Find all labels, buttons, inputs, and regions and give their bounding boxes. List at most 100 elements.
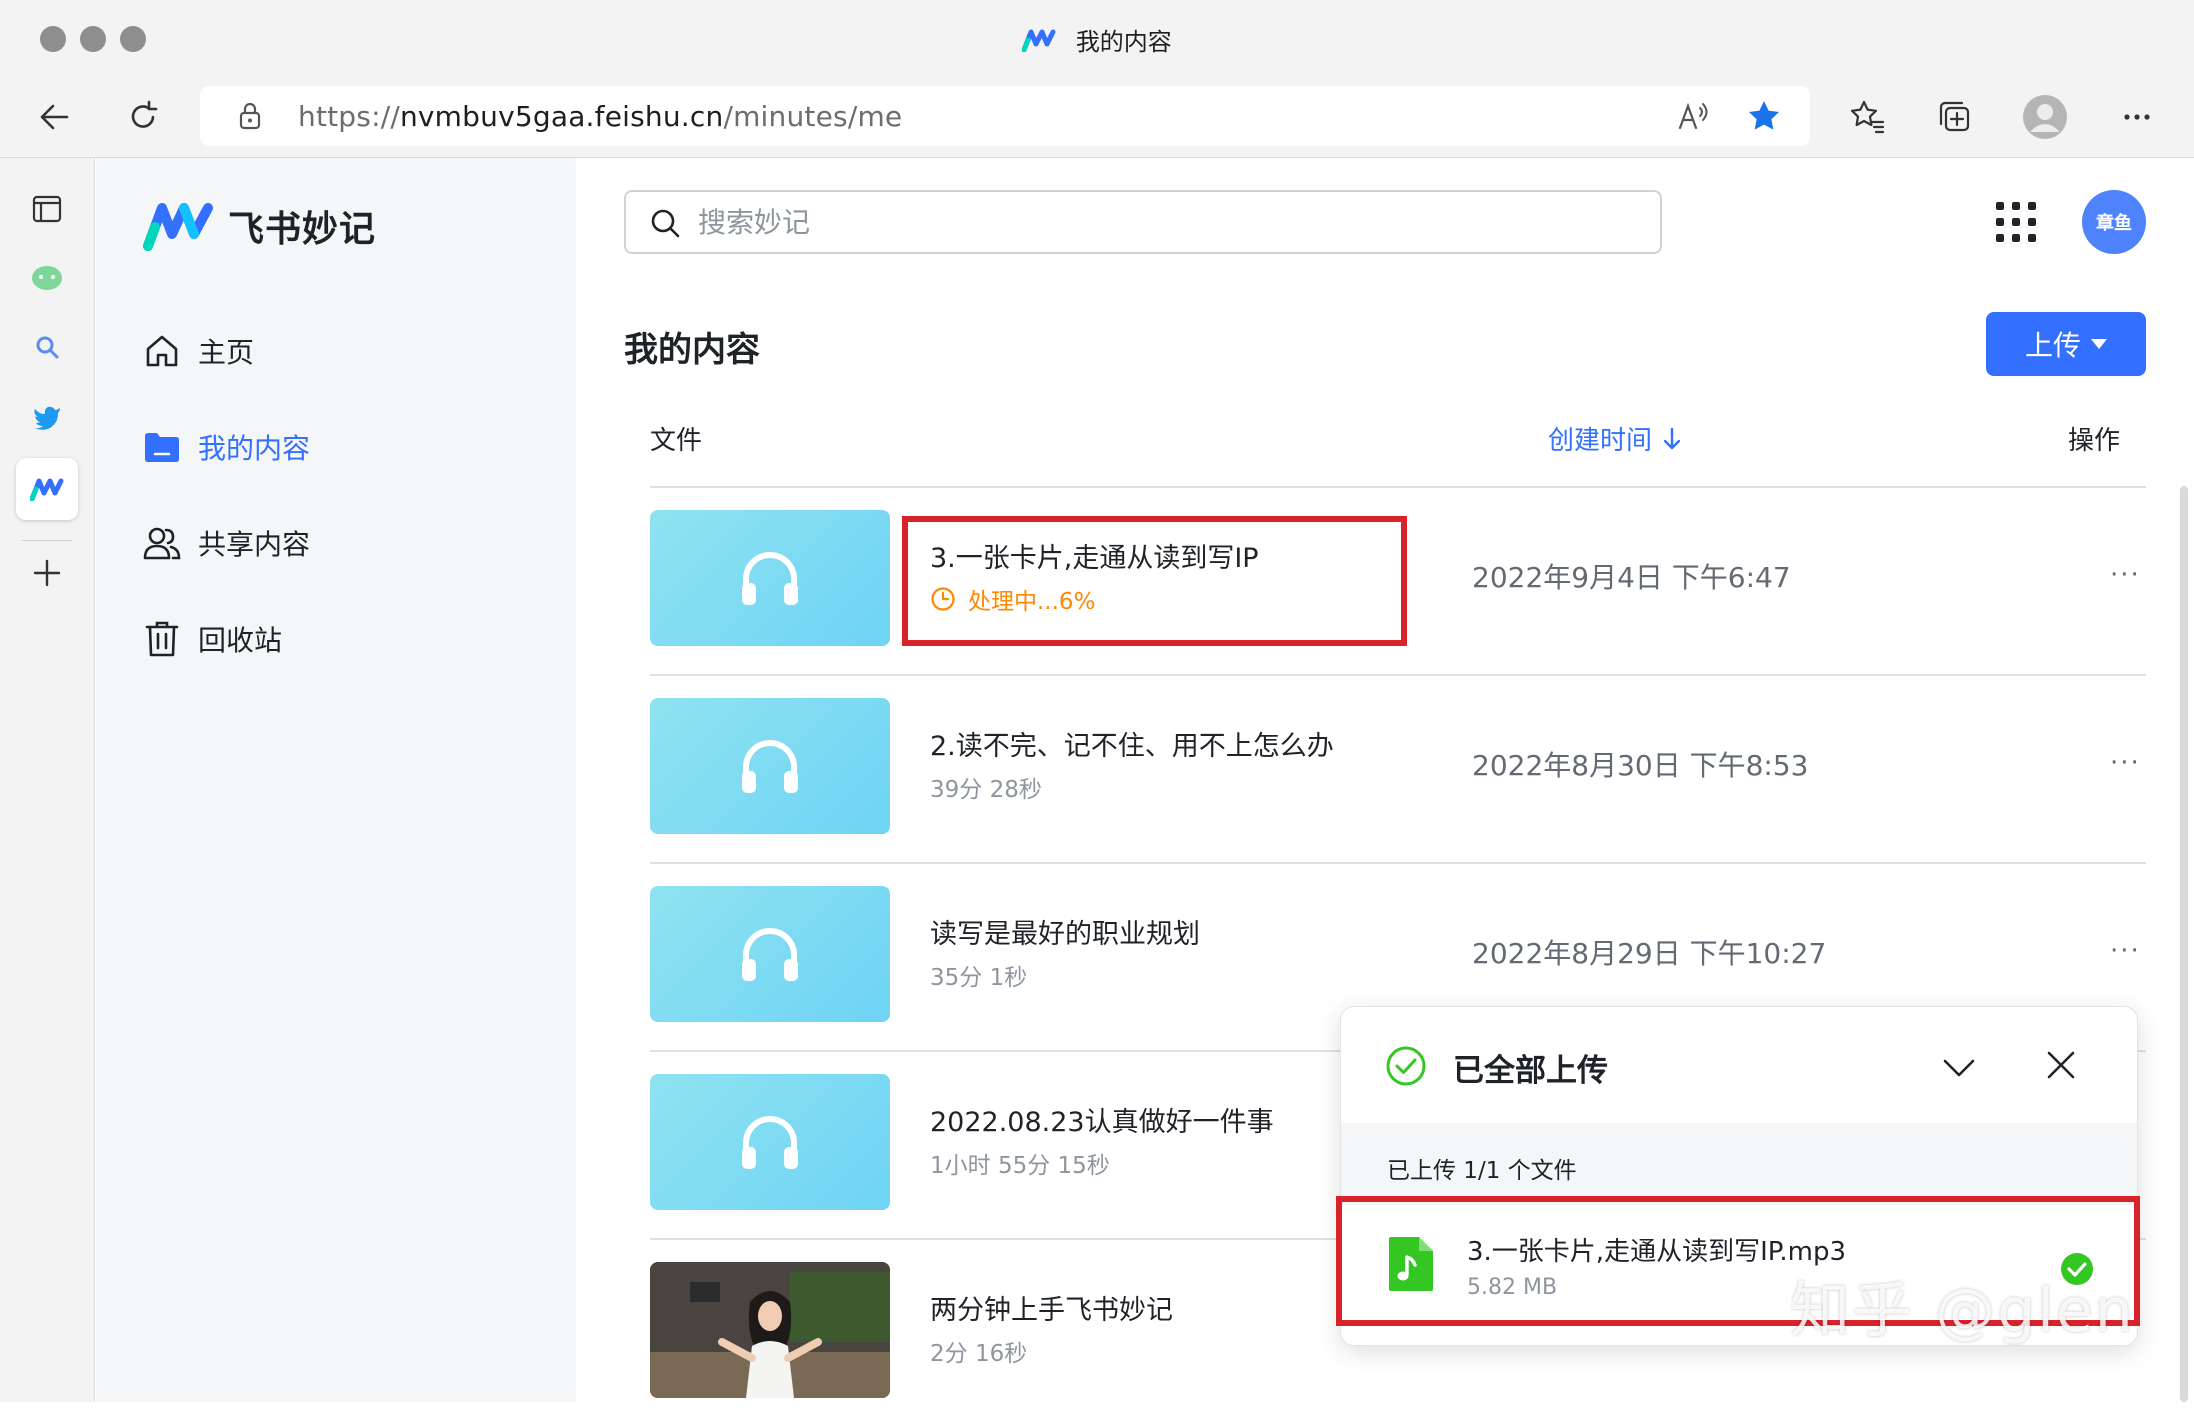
- twitter-bird-icon: [34, 406, 60, 430]
- brand-name: 飞书妙记: [228, 209, 377, 250]
- row-more-button[interactable]: ···: [2110, 560, 2141, 590]
- highlight-annotation-box: [902, 516, 1407, 646]
- column-header-file: 文件: [650, 426, 703, 456]
- upload-count-text: 已上传 1/1 个文件: [1387, 1158, 1577, 1184]
- favorites-list-icon: [1850, 100, 1885, 134]
- wechat-icon: [32, 266, 62, 290]
- app-sidebar: 飞书妙记 主页 我的内容 共享内容 回收站: [96, 158, 576, 1402]
- more-horizontal-icon: [2124, 114, 2150, 120]
- row-title[interactable]: 读写是最好的职业规划: [930, 912, 1200, 951]
- sidebar-divider: [22, 540, 72, 541]
- feishu-minutes-logo-icon: [1022, 29, 1056, 52]
- row-more-button[interactable]: ···: [2110, 936, 2141, 966]
- more-menu-button[interactable]: [2114, 94, 2160, 140]
- watermark-text: 知乎 @glen: [1790, 1276, 2135, 1346]
- sidebar-item-shared[interactable]: 共享内容: [142, 518, 310, 568]
- sidebar-app-wechat[interactable]: [16, 248, 78, 310]
- browser-sidebar: [0, 158, 95, 1402]
- upload-popup-title: 已全部上传: [1453, 1053, 1608, 1089]
- sidebar-item-trash[interactable]: 回收站: [142, 614, 282, 664]
- sidebar-item-my-content[interactable]: 我的内容: [142, 422, 310, 472]
- search-input[interactable]: [698, 200, 1598, 244]
- row-duration: 1小时 55分 15秒: [930, 1153, 1110, 1179]
- arrow-down-icon: [1663, 427, 1681, 449]
- upload-button[interactable]: 上传: [1986, 312, 2146, 376]
- reload-button[interactable]: [120, 94, 166, 140]
- collections-button[interactable]: [1932, 94, 1978, 140]
- folder-icon: [142, 427, 182, 467]
- audio-thumbnail[interactable]: [650, 510, 890, 646]
- presenter-video-thumbnail-icon: [650, 1262, 890, 1398]
- row-title[interactable]: 两分钟上手飞书妙记: [930, 1288, 1173, 1327]
- sidebar-app-feishu-minutes[interactable]: [16, 458, 78, 520]
- page-title: 我的内容: [624, 330, 760, 370]
- refresh-icon: [131, 100, 158, 128]
- row-title[interactable]: 2022.08.23认真做好一件事: [930, 1100, 1274, 1139]
- sidebar-app-twitter[interactable]: [16, 386, 78, 448]
- star-filled-icon[interactable]: [1746, 98, 1782, 134]
- search-box[interactable]: [624, 190, 1662, 254]
- read-aloud-icon[interactable]: [1676, 98, 1712, 134]
- sidebar-item-label: 共享内容: [198, 528, 311, 561]
- plus-icon: [33, 559, 61, 587]
- feishu-minutes-logo-icon: [143, 203, 213, 251]
- favorites-button[interactable]: [1844, 94, 1890, 140]
- row-created-date: 2022年9月4日 下午6:47: [1472, 561, 1791, 594]
- url-path: /minutes/me: [723, 100, 903, 133]
- tab-title-text: 我的内容: [1075, 28, 1172, 56]
- sidebar-item-label: 我的内容: [198, 432, 311, 465]
- row-title[interactable]: 2.读不完、记不住、用不上怎么办: [930, 724, 1334, 763]
- check-circle-icon: [1386, 1046, 1426, 1086]
- headphones-icon: [742, 740, 798, 793]
- address-bar[interactable]: https://nvmbuv5gaa.feishu.cn/minutes/me: [200, 86, 1810, 146]
- table-row[interactable]: 2.读不完、记不住、用不上怎么办 39分 28秒 2022年8月30日 下午8:…: [650, 676, 2146, 864]
- row-created-date: 2022年8月29日 下午10:27: [1472, 937, 1827, 970]
- sidebar-item-home[interactable]: 主页: [142, 326, 254, 376]
- row-created-date: 2022年8月30日 下午8:53: [1472, 749, 1809, 782]
- tab-title[interactable]: 我的内容: [0, 22, 2194, 57]
- column-header-created-label: 创建时间: [1548, 426, 1653, 456]
- back-button[interactable]: [32, 94, 78, 140]
- arrow-left-icon: [40, 104, 69, 130]
- sidebar-app-search[interactable]: [16, 316, 78, 378]
- url-host: nvmbuv5gaa.feishu.cn: [399, 100, 724, 133]
- upload-button-label: 上传: [2024, 329, 2081, 362]
- profile-avatar-icon: [2023, 95, 2067, 139]
- sidebar-item-label: 回收站: [198, 624, 283, 657]
- sidebar-add-button[interactable]: [16, 542, 78, 604]
- sidebar-panel-toggle[interactable]: [16, 178, 78, 240]
- search-icon: [651, 209, 680, 238]
- audio-thumbnail[interactable]: [650, 698, 890, 834]
- browser-toolbar: https://nvmbuv5gaa.feishu.cn/minutes/me: [0, 76, 2194, 158]
- page-scrollbar[interactable]: [2180, 486, 2188, 1402]
- row-duration: 35分 1秒: [930, 965, 1028, 991]
- audio-thumbnail[interactable]: [650, 886, 890, 1022]
- search-icon: [36, 336, 59, 359]
- lock-icon[interactable]: [236, 101, 264, 131]
- headphones-icon: [742, 1116, 798, 1169]
- row-more-button[interactable]: ···: [2110, 748, 2141, 778]
- brand[interactable]: 飞书妙记: [142, 200, 376, 252]
- url-scheme: https://: [298, 100, 400, 133]
- people-icon: [142, 523, 182, 563]
- profile-button[interactable]: [2022, 94, 2068, 140]
- row-duration: 39分 28秒: [930, 777, 1042, 803]
- window-titlebar: 我的内容: [0, 0, 2194, 76]
- caret-down-icon: [2091, 339, 2107, 349]
- home-icon: [142, 331, 182, 371]
- upload-popup-header: 已全部上传: [1341, 1007, 2137, 1123]
- chevron-down-icon[interactable]: [1939, 1047, 1979, 1087]
- headphones-icon: [742, 552, 798, 605]
- row-duration: 2分 16秒: [930, 1341, 1028, 1367]
- trash-icon: [142, 619, 182, 659]
- feishu-minutes-logo-icon: [30, 478, 64, 501]
- url-text[interactable]: https://nvmbuv5gaa.feishu.cn/minutes/me: [298, 100, 902, 133]
- sidebar-item-label: 主页: [198, 336, 255, 369]
- panel-icon: [32, 195, 62, 223]
- video-thumbnail[interactable]: [650, 1262, 890, 1398]
- app-grid-icon[interactable]: [1994, 200, 2038, 244]
- user-avatar[interactable]: 章鱼: [2082, 190, 2146, 254]
- close-icon[interactable]: [2041, 1045, 2081, 1085]
- audio-thumbnail[interactable]: [650, 1074, 890, 1210]
- column-header-created-time[interactable]: 创建时间: [1548, 420, 1684, 457]
